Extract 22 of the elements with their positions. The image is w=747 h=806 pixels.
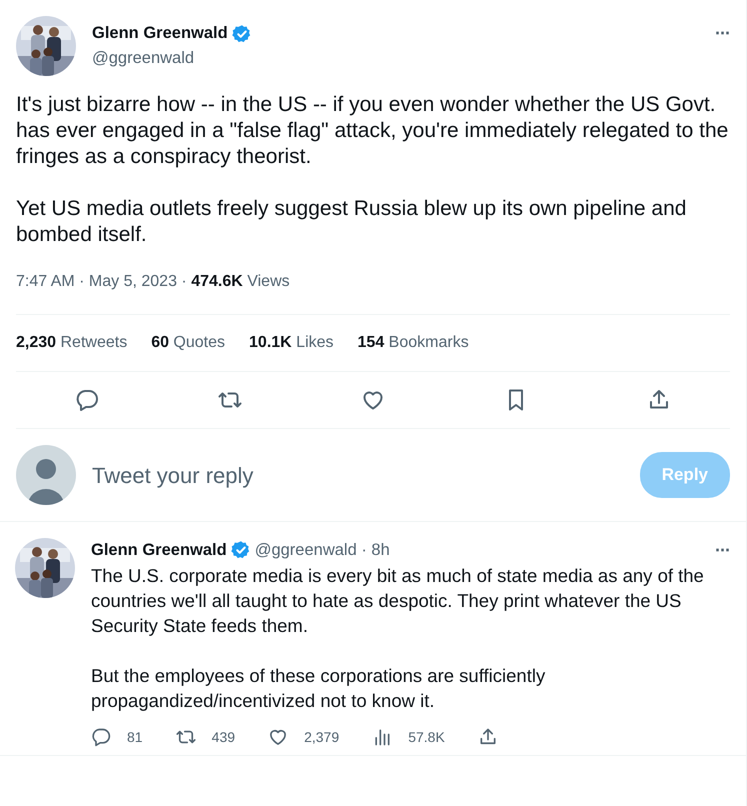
stat-link[interactable]: 2,230 Retweets [16, 331, 128, 355]
reply-text: But the employees of these corporations are sufficiently propagandized/incentivized not to know it. [91, 664, 546, 713]
stat-link[interactable]: 10.1K Likes [249, 331, 334, 355]
more-button[interactable]: ··· [715, 24, 730, 42]
author-handle[interactable]: @ggreenwald [92, 46, 700, 71]
more-button[interactable]: ··· [715, 541, 730, 560]
tweet-text: It's just bizarre how -- in the US -- if you even wonder whether the US Govt. has ever engaged in a "false flag" attack, you're immediately relegated to the fringes as a conspiracy theorist. [16, 92, 730, 170]
tweet-meta: 7:47 AM · May 5, 2023 · 474.6K Views [16, 272, 291, 292]
author-handle[interactable]: @ggreenwald · 8h [254, 538, 390, 563]
action-count: 57.8K [408, 728, 445, 746]
share-icon[interactable] [478, 726, 498, 747]
action-count: 439 [212, 728, 236, 746]
stat-link[interactable]: 60 Quotes [151, 331, 226, 355]
action-count: 2,379 [304, 728, 340, 746]
author-name[interactable]: Glenn Greenwald [91, 538, 227, 563]
author-name[interactable]: Glenn Greenwald [92, 21, 228, 46]
reply-icon[interactable] [75, 388, 100, 412]
reply-icon[interactable] [91, 726, 111, 747]
action-count: 81 [127, 728, 143, 746]
tweet-text: Yet US media outlets freely suggest Russia blew up its own pipeline and bombed itself. [16, 196, 688, 248]
stat-link[interactable]: 154 Bookmarks [358, 331, 469, 355]
reply-text: The U.S. corporate media is every bit as much of state media as any of the countries we'll all taught to hate as despotic. They print whatever the US Security State feeds them. [91, 564, 705, 638]
